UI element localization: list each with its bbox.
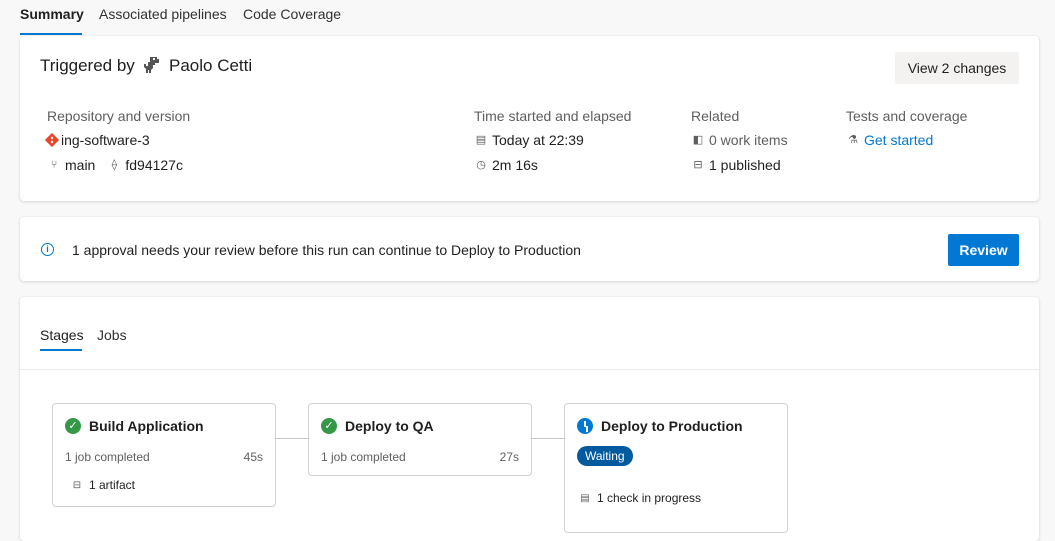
run-summary-card: Triggered by Paolo Cetti View 2 changes … [20, 36, 1039, 201]
status-badge: Waiting [577, 446, 633, 466]
stage-deploy-to-qa[interactable]: ✓ Deploy to QA 1 job completed 27s [308, 403, 532, 476]
repository-name[interactable]: ing-software-3 [61, 132, 150, 148]
stage-checks-label: 1 check in progress [597, 491, 702, 505]
tab-summary[interactable]: Summary [20, 6, 84, 22]
waiting-clock-icon [577, 418, 593, 434]
tests-header: Tests and coverage [846, 108, 968, 124]
work-item-icon: ◧ [692, 134, 704, 146]
user-avatar-icon [144, 57, 159, 73]
published-count[interactable]: 1 published [709, 157, 781, 173]
triggered-by-label: Triggered by [40, 56, 135, 75]
stage-job-summary: 1 job completed [65, 450, 150, 464]
tab-associated-pipelines[interactable]: Associated pipelines [99, 6, 227, 22]
time-header: Time started and elapsed [474, 108, 632, 124]
stage-duration: 27s [499, 450, 519, 464]
stage-job-summary: 1 job completed [321, 450, 406, 464]
checklist-icon: ▤ [580, 492, 590, 504]
stage-artifact-row[interactable]: ⊟ 1 artifact [71, 478, 135, 492]
time-elapsed: 2m 16s [492, 157, 538, 173]
flask-icon: ⚗ [848, 134, 858, 146]
time-started-row: ▤ Today at 22:39 [474, 132, 584, 148]
top-tab-bar: Summary Associated pipelines Code Covera… [0, 0, 1055, 36]
approval-banner: i 1 approval needs your review before th… [20, 217, 1039, 281]
related-header: Related [691, 108, 740, 124]
stages-tab-indicator [40, 349, 82, 351]
stage-deploy-to-production[interactable]: Deploy to Production Waiting ▤ 1 check i… [564, 403, 788, 533]
stage-build-application[interactable]: ✓ Build Application 1 job completed 45s … [52, 403, 276, 507]
get-started-link[interactable]: Get started [864, 132, 933, 148]
repository-header: Repository and version [47, 108, 191, 124]
stage-artifact-label: 1 artifact [89, 478, 136, 492]
commit-hash[interactable]: fd94127c [125, 157, 183, 173]
approval-message: 1 approval needs your review before this… [72, 242, 581, 258]
time-elapsed-row: ◷ 2m 16s [474, 157, 538, 173]
published-row: ⊟ 1 published [691, 157, 781, 173]
tab-stages[interactable]: Stages [40, 327, 84, 343]
branch-row: ⑂ main ⟠ fd94127c [47, 157, 183, 173]
success-check-icon: ✓ [65, 418, 81, 434]
view-changes-button[interactable]: View 2 changes [895, 52, 1019, 84]
stage-title: Deploy to QA [345, 418, 434, 434]
tab-jobs[interactable]: Jobs [97, 327, 127, 343]
stage-title: Build Application [89, 418, 204, 434]
stages-card: Stages Jobs ✓ Build Application 1 job co… [20, 297, 1039, 541]
stages-divider [20, 369, 1039, 370]
branch-name[interactable]: main [65, 157, 95, 173]
stage-duration: 45s [243, 450, 263, 464]
artifact-icon: ⊟ [72, 479, 82, 491]
stage-title: Deploy to Production [601, 418, 743, 434]
branch-icon: ⑂ [50, 159, 58, 171]
tests-row: ⚗ Get started [846, 132, 933, 148]
time-started: Today at 22:39 [492, 132, 584, 148]
tab-active-indicator [20, 33, 82, 35]
triggered-by-user[interactable]: Paolo Cetti [169, 56, 252, 76]
artifact-icon: ⊟ [693, 159, 703, 171]
success-check-icon: ✓ [321, 418, 337, 434]
work-items-count: 0 work items [709, 132, 788, 148]
stage-checks-row[interactable]: ▤ 1 check in progress [579, 491, 701, 505]
commit-icon: ⟠ [111, 159, 118, 171]
tab-code-coverage[interactable]: Code Coverage [243, 6, 341, 22]
review-button[interactable]: Review [948, 234, 1019, 266]
stage-connector [276, 438, 308, 439]
work-items-row: ◧ 0 work items [691, 132, 788, 148]
clock-icon: ◷ [476, 159, 486, 171]
stage-connector [532, 438, 564, 439]
repository-row: ing-software-3 [45, 132, 150, 148]
git-repo-icon [45, 133, 59, 147]
info-icon: i [41, 243, 54, 256]
calendar-icon: ▤ [475, 134, 487, 146]
